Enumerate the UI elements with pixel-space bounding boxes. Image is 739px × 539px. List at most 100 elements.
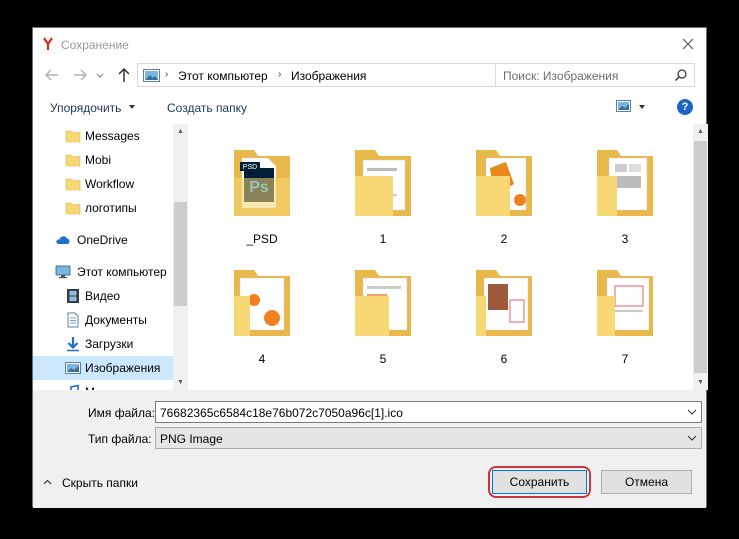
nav-item-label: Видео: [85, 289, 121, 303]
folder-name: 3: [621, 232, 629, 246]
pictures-icon: [65, 362, 81, 374]
address-row: › Этот компьютер › Изображения Поиск: Из…: [33, 60, 706, 90]
folder-tile-10[interactable]: [466, 368, 562, 390]
scroll-up-icon[interactable]: ▲: [693, 124, 708, 139]
content-scrollbar[interactable]: ▲ ▼: [693, 124, 708, 390]
filename-input[interactable]: 76682365c6584c18e76b072c7050a96c[1].ico: [155, 401, 702, 423]
folder-tile-4[interactable]: 4: [224, 248, 320, 368]
folder-icon: [65, 154, 81, 167]
folder-icon: [65, 130, 81, 143]
nav-item-music[interactable]: М: [33, 380, 173, 390]
folder-tile-8[interactable]: [224, 368, 320, 390]
svg-text:PSD: PSD: [243, 164, 257, 171]
recent-dropdown-icon[interactable]: [95, 66, 105, 84]
filetype-select[interactable]: PNG Image: [155, 427, 702, 449]
nav-item-messages[interactable]: Messages: [33, 124, 173, 148]
help-icon[interactable]: ?: [677, 99, 693, 115]
folder-icon: [353, 380, 413, 390]
folder-name: 7: [621, 352, 629, 366]
nav-item-label: логотипы: [85, 201, 137, 215]
organize-button[interactable]: Упорядочить: [50, 101, 121, 115]
new-folder-button[interactable]: Создать папку: [167, 101, 247, 115]
filename-label: Имя файла:: [88, 406, 155, 420]
video-icon: [67, 289, 79, 303]
nav-scroll-thumb[interactable]: [174, 202, 187, 306]
chevron-down-icon[interactable]: [687, 434, 697, 442]
folder-icon: [597, 270, 653, 336]
folder-name: _PSD: [246, 232, 278, 246]
save-dialog: Сохранение › Этот компьютер › Изображени…: [32, 27, 708, 508]
content-scroll-thumb[interactable]: [694, 141, 707, 373]
downloads-icon: [67, 337, 79, 352]
nav-item-onedrive[interactable]: OneDrive: [33, 228, 173, 252]
chevron-up-icon: [43, 479, 52, 485]
computer-icon: [55, 265, 71, 279]
nav-item-label: Загрузки: [85, 337, 134, 351]
nav-item-label: Этот компьютер: [77, 265, 167, 279]
nav-item-documents[interactable]: Документы: [33, 308, 173, 332]
nav-item-label: Mobi: [85, 153, 112, 167]
up-arrow-icon[interactable]: [115, 66, 133, 84]
folder-tile-6[interactable]: 6: [466, 248, 562, 368]
chevron-down-icon[interactable]: [687, 408, 697, 416]
folder-name: 5: [379, 352, 387, 366]
scroll-down-icon[interactable]: ▼: [173, 375, 188, 390]
folder-tile-9[interactable]: [345, 368, 441, 390]
nav-item-label: Workflow: [85, 177, 135, 191]
folder-icon: [355, 270, 411, 336]
organize-dropdown-icon[interactable]: [129, 105, 135, 109]
view-options-icon[interactable]: [616, 100, 631, 112]
save-form: Имя файла: 76682365c6584c18e76b072c7050a…: [33, 390, 706, 508]
forward-arrow-icon[interactable]: [71, 66, 89, 84]
filetype-value: PNG Image: [160, 432, 223, 446]
folder-name: 2: [500, 232, 508, 246]
folder-tile-psd[interactable]: Ps PSD _PSD: [224, 128, 320, 248]
folder-icon: Ps PSD: [234, 150, 290, 216]
folder-tile-3[interactable]: 3: [587, 128, 683, 248]
nav-item-pictures[interactable]: Изображения: [33, 356, 173, 380]
save-button[interactable]: Сохранить: [492, 470, 587, 494]
search-placeholder: Поиск: Изображения: [503, 69, 619, 83]
search-icon[interactable]: [674, 68, 688, 82]
address-bar[interactable]: › Этот компьютер › Изображения: [137, 63, 568, 87]
nav-item-label: Изображения: [85, 361, 161, 375]
filetype-label: Тип файла:: [88, 432, 152, 446]
folder-tile-1[interactable]: 1: [345, 128, 441, 248]
folder-icon: [476, 270, 532, 336]
scroll-down-icon[interactable]: ▼: [693, 375, 708, 390]
nav-item-mobi[interactable]: Mobi: [33, 148, 173, 172]
title-bar: Сохранение: [33, 28, 706, 60]
nav-item-video[interactable]: Видео: [33, 284, 173, 308]
nav-item-this-pc[interactable]: Этот компьютер: [33, 260, 173, 284]
folder-name: 4: [258, 352, 266, 366]
nav-item-workflow[interactable]: Workflow: [33, 172, 173, 196]
window-title: Сохранение: [61, 38, 129, 52]
back-arrow-icon[interactable]: [43, 66, 61, 84]
folder-name: 1: [379, 232, 387, 246]
folder-tile-5[interactable]: 5: [345, 248, 441, 368]
folder-icon: [355, 150, 411, 216]
breadcrumb-pictures[interactable]: Изображения: [291, 69, 366, 83]
close-icon[interactable]: [678, 34, 698, 54]
nav-scrollbar[interactable]: ▲ ▼: [173, 124, 188, 390]
yandex-icon: [43, 37, 53, 50]
breadcrumb-this-pc[interactable]: Этот компьютер: [178, 69, 268, 83]
scroll-up-icon[interactable]: ▲: [173, 124, 188, 139]
view-dropdown-icon[interactable]: [639, 105, 645, 109]
folder-tile-7[interactable]: 7: [587, 248, 683, 368]
nav-item-downloads[interactable]: Загрузки: [33, 332, 173, 356]
folder-tile-11[interactable]: [587, 368, 683, 390]
nav-item-label: Документы: [85, 313, 147, 327]
folder-icon: [476, 150, 532, 216]
search-input[interactable]: Поиск: Изображения: [495, 63, 695, 87]
navigation-pane: Messages Mobi Workflow логотипы OneDrive…: [33, 124, 188, 390]
folder-tile-2[interactable]: 2: [466, 128, 562, 248]
cloud-icon: [56, 236, 70, 244]
folder-icon: [232, 380, 292, 390]
nav-item-logos[interactable]: логотипы: [33, 196, 173, 220]
folder-icon: [595, 380, 655, 390]
folder-icon: [65, 178, 81, 191]
folder-icon: [65, 202, 81, 215]
cancel-button[interactable]: Отмена: [601, 470, 692, 494]
filename-value: 76682365c6584c18e76b072c7050a96c[1].ico: [160, 406, 403, 420]
